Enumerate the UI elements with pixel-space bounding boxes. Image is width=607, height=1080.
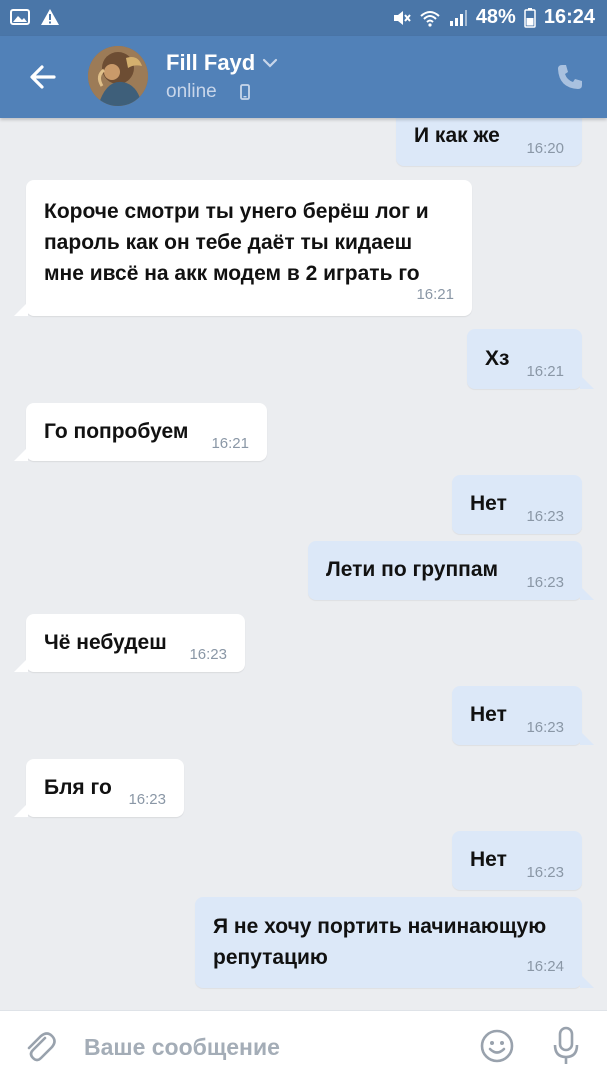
- message-list[interactable]: И как же 16:20 Короче смотри ты унего бе…: [0, 118, 607, 1010]
- message-text: Го попробуем: [44, 420, 189, 443]
- message-text: И как же: [414, 124, 500, 147]
- message-input[interactable]: [84, 1027, 464, 1067]
- image-icon: [10, 9, 30, 25]
- message-outgoing[interactable]: Я не хочу портить начинающую репутацию 1…: [195, 897, 594, 988]
- warning-icon: [41, 9, 59, 25]
- bubble-tail: [580, 974, 594, 988]
- message-time: 16:21: [526, 363, 564, 380]
- signal-icon: [449, 9, 467, 26]
- clock: 16:24: [543, 6, 595, 28]
- message-outgoing[interactable]: Хз 16:21: [467, 329, 594, 389]
- online-status: online: [166, 81, 217, 102]
- bubble-tail: [580, 375, 594, 389]
- message-text: Лети по группам: [326, 558, 499, 581]
- message-outgoing[interactable]: Нет 16:23: [452, 475, 582, 534]
- message-outgoing[interactable]: И как же 16:20: [396, 118, 582, 166]
- message-time: 16:23: [526, 719, 564, 736]
- message-time: 16:23: [526, 574, 564, 591]
- message-text: Бля го: [44, 776, 112, 799]
- bubble-tail: [14, 803, 28, 817]
- chat-header: Fill Fayd online: [0, 36, 607, 118]
- message-time: 16:21: [211, 435, 249, 452]
- back-arrow-icon[interactable]: [24, 58, 62, 96]
- message-time: 16:23: [128, 791, 166, 808]
- message-incoming[interactable]: Го попробуем 16:21: [14, 403, 267, 461]
- message-time: 16:23: [526, 864, 564, 881]
- message-text-line: мне ивсё на акк модем в 2 играть го: [44, 262, 420, 285]
- attach-icon[interactable]: [22, 1029, 58, 1065]
- bubble-tail: [14, 302, 28, 316]
- message-text: Нет: [470, 848, 507, 871]
- call-icon[interactable]: [555, 62, 585, 92]
- bubble-tail: [580, 731, 594, 745]
- bubble-tail: [14, 658, 28, 672]
- message-time: 16:23: [189, 646, 227, 663]
- battery-icon: [524, 7, 536, 28]
- message-incoming[interactable]: Бля го 16:23: [14, 759, 184, 817]
- message-time: 16:24: [526, 958, 564, 975]
- emoji-icon[interactable]: [478, 1027, 516, 1065]
- message-time: 16:20: [526, 140, 564, 157]
- message-outgoing[interactable]: Нет 16:23: [452, 686, 594, 745]
- message-incoming[interactable]: Чё небудеш 16:23: [14, 614, 245, 672]
- chevron-down-icon[interactable]: [262, 56, 278, 70]
- message-outgoing[interactable]: Нет 16:23: [452, 831, 582, 890]
- message-text: Нет: [470, 492, 507, 515]
- mobile-phone-icon: [240, 84, 250, 100]
- message-outgoing[interactable]: Лети по группам 16:23: [308, 541, 594, 600]
- message-text-line: репутацию: [213, 946, 328, 969]
- message-time: 16:21: [416, 286, 454, 303]
- microphone-icon[interactable]: [550, 1025, 582, 1067]
- message-text-line: пароль как он тебе даёт ты кидаеш: [44, 231, 413, 254]
- message-text: Нет: [470, 703, 507, 726]
- avatar[interactable]: [88, 46, 148, 106]
- status-bar: 48% 16:24: [0, 0, 607, 36]
- message-time: 16:23: [526, 508, 564, 525]
- battery-percent: 48%: [475, 6, 516, 28]
- mute-icon: [393, 10, 411, 25]
- bubble-tail: [14, 447, 28, 461]
- message-composer: [0, 1010, 607, 1080]
- message-text: Чё небудеш: [44, 631, 167, 654]
- bubble-tail: [580, 586, 594, 600]
- message-text-line: Я не хочу портить начинающую: [213, 915, 547, 938]
- message-incoming[interactable]: Короче смотри ты унего берёш лог и парол…: [14, 180, 472, 316]
- message-text: Хз: [485, 347, 510, 370]
- contact-name[interactable]: Fill Fayd: [166, 50, 255, 76]
- wifi-icon: [420, 10, 440, 27]
- message-text-line: Короче смотри ты унего берёш лог и: [44, 200, 429, 223]
